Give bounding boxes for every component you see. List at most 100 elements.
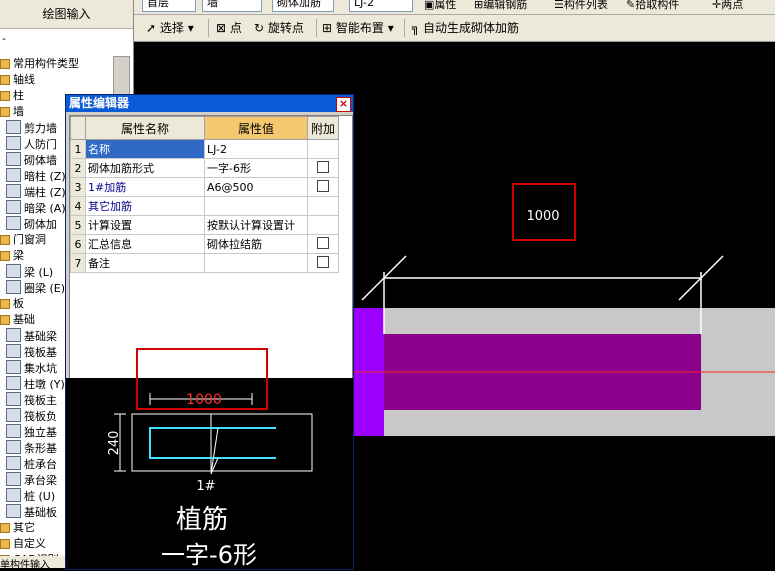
tree-item-label: 梁 (L) [24,266,54,279]
tree-item-label: 墙 [13,105,24,118]
tree-item-label: 筏板基 [24,346,57,359]
subtype-select[interactable]: 砌体加筋 [272,0,334,12]
folder-icon [0,75,10,85]
scrollbar[interactable] [113,56,130,98]
annotation-box [512,183,576,241]
tree-item-label: 砌体加 [24,218,57,231]
folder-icon [0,299,10,309]
property-button[interactable]: ▣属性 [424,0,456,14]
property-extra[interactable] [307,215,339,235]
component-icon [6,440,21,454]
component-icon [6,424,21,438]
tree-item-label: 条形基 [24,442,57,455]
folder-icon [0,107,10,117]
two-points-icon: ✛ [712,0,722,11]
tree-item-label: 圈梁 (E) [24,282,66,295]
property-value[interactable]: 按默认计算设置计 [204,215,308,235]
tree-item-label: 桩 (U) [24,490,56,503]
property-editor-dialog: 属性编辑器 × 属性名称 属性值 附加 1 名称 LJ-2 2 砌体加筋形式 一字-6形 3… [65,94,354,570]
type-select[interactable]: 墙 [202,0,262,12]
preview-width-label: 240 [107,431,122,456]
smart-layout-button[interactable]: ⊞ 智能布置 ▾ [322,19,394,37]
dialog-titlebar[interactable]: 属性编辑器 × [66,95,353,112]
tree-item-label: 自定义 [13,537,46,550]
property-name[interactable]: 备注 [85,253,205,273]
component-icon [6,328,21,342]
extra-checkbox[interactable] [317,179,329,192]
property-value[interactable]: A6@500 [204,177,308,197]
property-row[interactable]: 7 备注 [70,253,339,273]
property-row[interactable]: 6 汇总信息 砌体拉结筋 [70,234,339,254]
property-value[interactable]: 砌体拉结筋 [204,234,308,254]
component-icon [6,120,21,134]
row-number: 6 [70,234,86,254]
draw-toolbar: ➚ 选择 ▾ ⊠ 点 ↻ 旋转点 ⊞ 智能布置 ▾ ╗ 自动生成砌体加筋 [134,15,775,42]
tree-item-label: 柱墩 (Y) [24,378,65,391]
tree-item[interactable]: 常用构件类型 [0,56,112,72]
property-name[interactable]: 砌体加筋形式 [85,158,205,178]
tree-item-label: 剪力墙 [24,122,57,135]
pick-icon: ✎ [626,0,636,11]
property-row[interactable]: 5 计算设置 按默认计算设置计 [70,215,339,235]
property-name[interactable]: 名称 [85,139,205,159]
tree-item-label: 梁 [13,249,24,262]
property-extra[interactable] [307,234,339,254]
edit-rebar-button[interactable]: ⊞编辑钢筋 [474,0,527,14]
top-toolbar: 首层 墙 砌体加筋 LJ-2 ▣属性 ⊞编辑钢筋 ☰构件列表 ✎拾取构件 ✛两点 [134,0,775,15]
row-number: 7 [70,253,86,273]
property-extra[interactable] [307,196,339,216]
auto-generate-button[interactable]: ╗ 自动生成砌体加筋 [412,19,519,37]
property-extra[interactable] [307,158,339,178]
point-button[interactable]: ⊠ 点 [216,19,242,37]
name-select[interactable]: LJ-2 [349,0,413,12]
property-value[interactable] [204,253,308,273]
tree-item-label: 桩承台 [24,458,57,471]
two-points-button[interactable]: ✛两点 [712,0,743,14]
preview-caption-1: 植筋 [176,505,228,535]
preview-wall-outline [131,413,313,472]
col-extra-header[interactable]: 附加 [307,116,339,140]
property-row[interactable]: 1 名称 LJ-2 [70,139,339,159]
rotate-point-button[interactable]: ↻ 旋转点 [254,19,304,37]
col-name-header[interactable]: 属性名称 [85,116,205,140]
pick-component-button[interactable]: ✎拾取构件 [626,0,679,14]
col-value-header[interactable]: 属性值 [204,116,308,140]
property-extra[interactable] [307,253,339,273]
pin-icon[interactable]: - [2,32,6,45]
tree-item-label: 暗柱 (Z) [24,170,66,183]
property-row[interactable]: 2 砌体加筋形式 一字-6形 [70,158,339,178]
property-name[interactable]: 其它加筋 [85,196,205,216]
select-button[interactable]: ➚ 选择 ▾ [146,19,194,37]
tree-item[interactable]: 轴线 [0,72,112,88]
property-value[interactable] [204,196,308,216]
property-value[interactable]: 一字-6形 [204,158,308,178]
property-name[interactable]: 计算设置 [85,215,205,235]
tree-item-label: 基础梁 [24,330,57,343]
component-icon [6,456,21,470]
panel-title: 绘图输入 [0,0,133,29]
row-number: 5 [70,215,86,235]
extra-checkbox[interactable] [317,236,329,249]
chevron-down-icon: ▾ [187,21,194,35]
extra-checkbox[interactable] [317,160,329,173]
tree-item-label: 板 [13,297,24,310]
row-number: 3 [70,177,86,197]
property-row[interactable]: 3 1#加筋 A6@500 [70,177,339,197]
folder-icon [0,539,10,549]
extra-checkbox[interactable] [317,255,329,268]
rotate-icon: ↻ [254,21,268,35]
floor-select[interactable]: 首层 [142,0,196,12]
property-row[interactable]: 4 其它加筋 [70,196,339,216]
property-name[interactable]: 汇总信息 [85,234,205,254]
property-value[interactable]: LJ-2 [204,139,308,159]
tree-item-label: 独立基 [24,426,57,439]
dialog-title: 属性编辑器 [69,96,130,110]
folder-icon [0,59,10,69]
property-extra[interactable] [307,177,339,197]
preview-pane: 1000 240 1# 植筋 一字-6形 [66,348,353,569]
close-icon[interactable]: × [336,97,351,112]
property-name[interactable]: 1#加筋 [85,177,205,197]
property-icon: ▣ [424,0,435,11]
property-extra[interactable] [307,139,339,159]
component-list-button[interactable]: ☰构件列表 [554,0,608,14]
